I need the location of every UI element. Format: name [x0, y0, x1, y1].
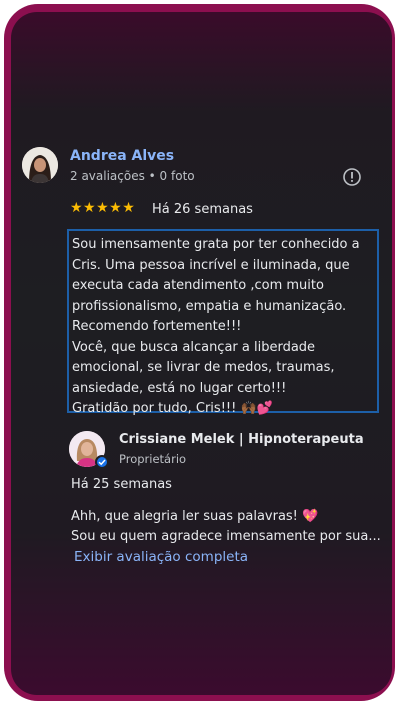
verified-check-icon — [95, 455, 109, 469]
owner-name[interactable]: Crissiane Melek | Hipnoterapeuta — [119, 432, 364, 447]
review-text-highlight: Sou imensamente grata por ter conhecido … — [67, 229, 379, 416]
reviewer-photo — [22, 147, 58, 183]
show-full-review-link[interactable]: Exibir avaliação completa — [74, 549, 248, 565]
review-text: Sou imensamente grata por ter conhecido … — [72, 237, 360, 416]
reviewer-meta: 2 avaliações • 0 foto — [70, 169, 195, 183]
review-time: Há 26 semanas — [152, 202, 253, 217]
owner-role: Proprietário — [119, 452, 187, 466]
reviewer-avatar[interactable] — [22, 147, 58, 183]
review-screen: Andrea Alves 2 avaliações • 0 foto ★★★★★… — [11, 12, 392, 695]
report-flag-icon[interactable] — [342, 167, 362, 187]
reviewer-name[interactable]: Andrea Alves — [70, 148, 174, 164]
reply-time: Há 25 semanas — [71, 477, 172, 492]
rating-stars: ★★★★★ — [70, 200, 136, 216]
owner-reply-text: Ahh, que alegria ler suas palavras! 💖 So… — [71, 509, 381, 544]
